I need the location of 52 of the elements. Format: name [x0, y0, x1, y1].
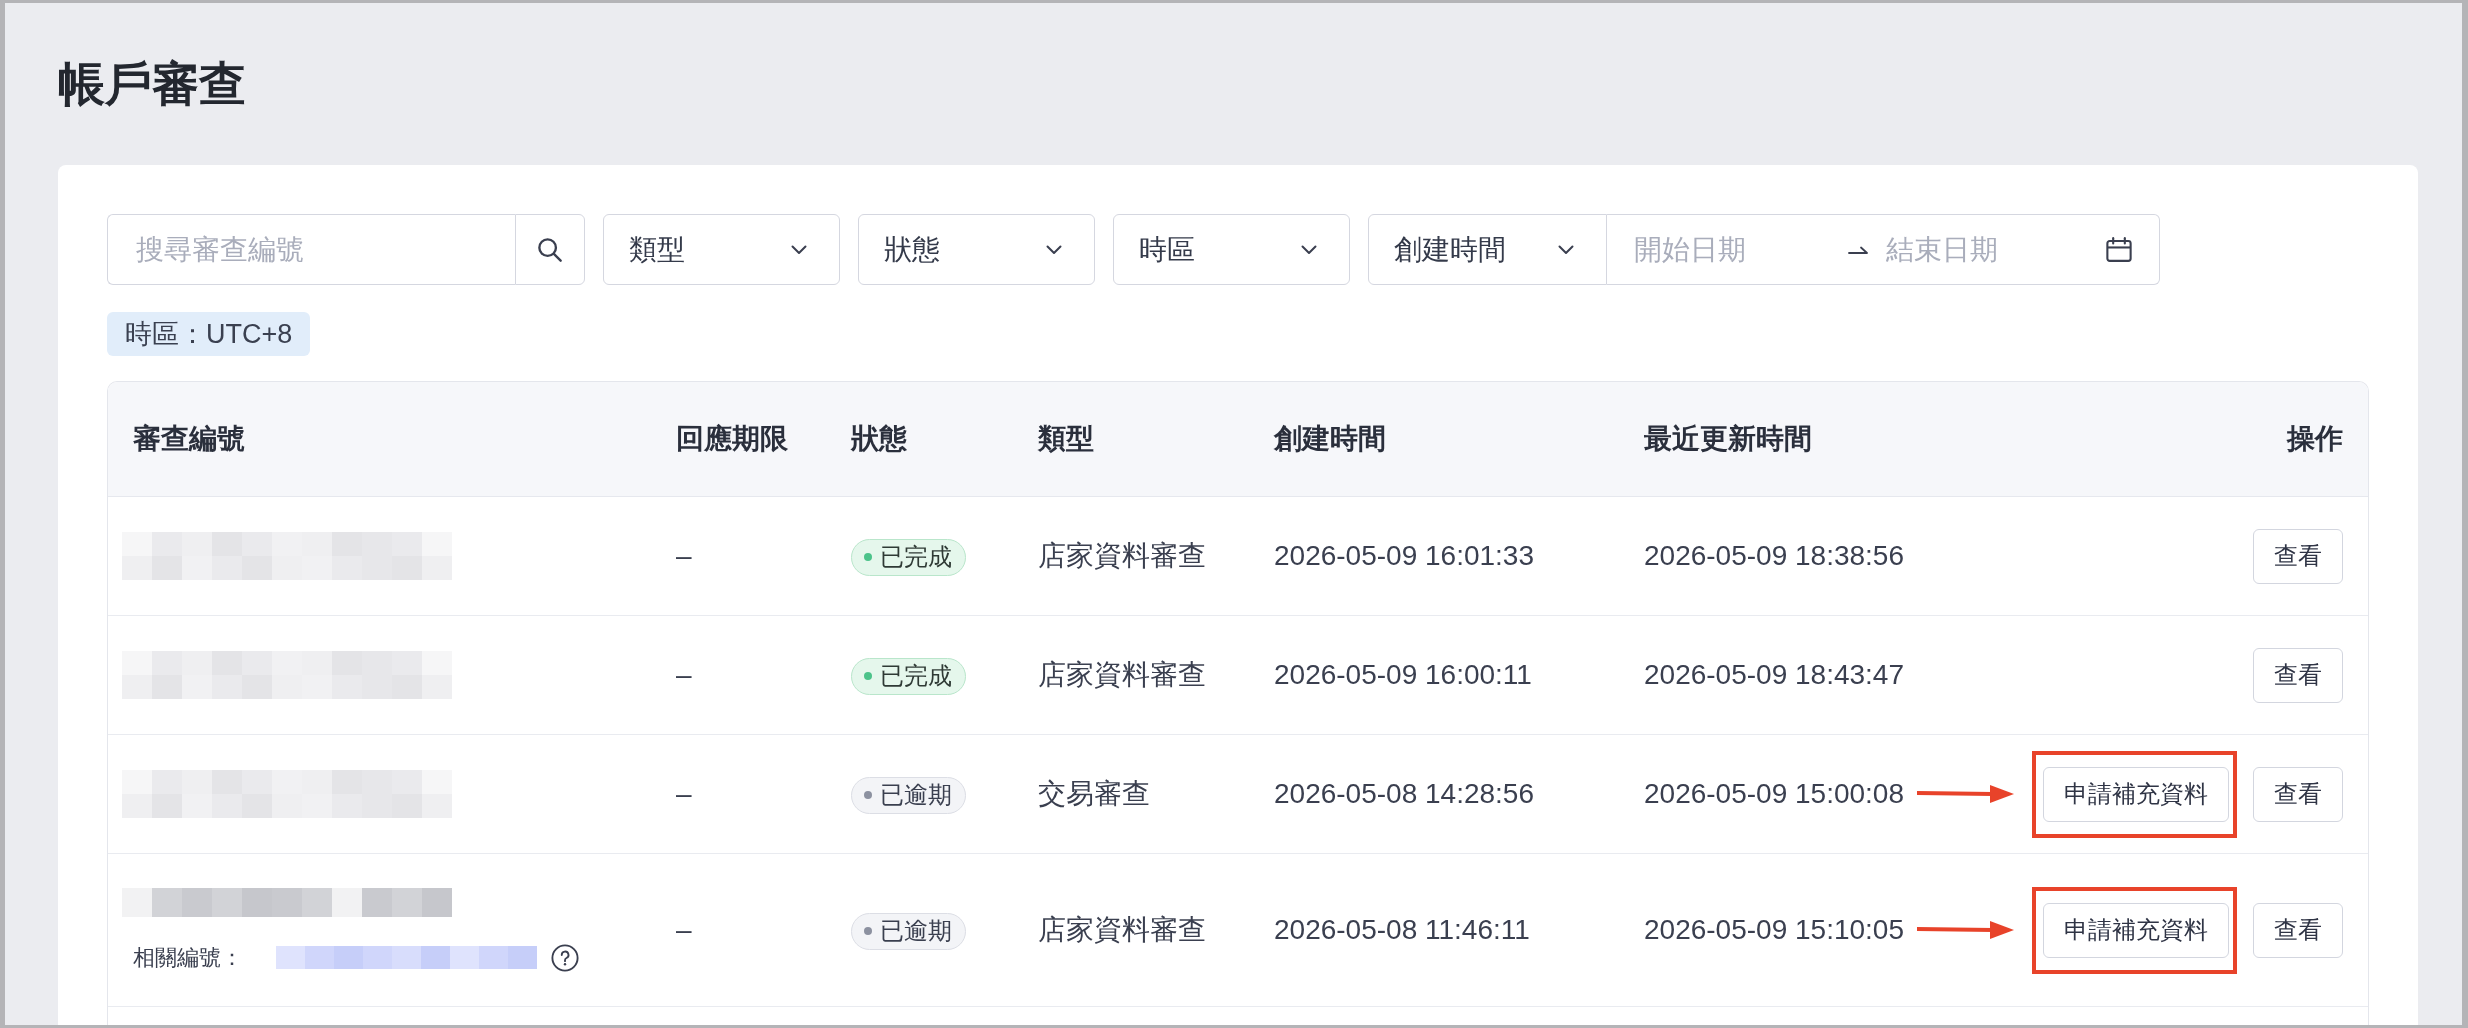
- column-header: 創建時間: [1249, 382, 1619, 497]
- timezone-tag: 時區：UTC+8: [107, 312, 311, 356]
- dropdown[interactable]: 狀態: [858, 214, 1095, 285]
- status-label: 已逾期: [880, 780, 952, 811]
- table-cell: 2026-05-08 11:46:11: [1249, 853, 1619, 1007]
- table-cell: 交易審查: [1013, 734, 1249, 854]
- status-label: 已完成: [880, 542, 952, 573]
- status-label: 已完成: [880, 661, 952, 692]
- chevron-down-icon: [1046, 244, 1062, 255]
- search-icon: [537, 236, 563, 263]
- column-header: 回應期限: [651, 382, 826, 497]
- column-header: 最近更新時間: [1619, 382, 1929, 497]
- column-header: 狀態: [826, 382, 1013, 497]
- action-button[interactable]: 查看: [2253, 766, 2343, 822]
- calendar-icon: [2106, 237, 2132, 262]
- dropdown[interactable]: 類型: [603, 214, 840, 285]
- table-cell: –: [651, 853, 826, 1007]
- date-field-dropdown[interactable]: 創建時間: [1368, 214, 1607, 285]
- table-cell: 2026-05-09 15:10:05: [1619, 853, 1929, 1007]
- table-cell: 2026-05-09 18:38:56: [1619, 496, 1929, 616]
- related-id-label: 相關編號：: [133, 943, 243, 972]
- search-button[interactable]: [515, 214, 585, 285]
- table-cell: 店家資料審查: [1013, 615, 1249, 735]
- action-button[interactable]: 查看: [2253, 647, 2343, 703]
- chevron-down-icon: [1301, 244, 1317, 255]
- table-cell: 2026-05-09 16:00:11: [1249, 615, 1619, 735]
- column-header: 審查編號: [108, 382, 651, 497]
- table-cell: –: [651, 615, 826, 735]
- table-cell: –: [651, 496, 826, 616]
- date-range-picker[interactable]: 開始日期 結束日期: [1607, 214, 2160, 285]
- table-cell: 2026-05-08 14:28:56: [1249, 734, 1619, 854]
- dropdown[interactable]: 時區: [1113, 214, 1350, 285]
- action-button[interactable]: 申請補充資料: [2043, 902, 2229, 958]
- search-field[interactable]: 搜尋審查編號: [107, 214, 515, 285]
- page-title: 帳戶審查: [58, 56, 246, 112]
- chevron-down-icon: [1558, 244, 1574, 255]
- end-date-field[interactable]: 結束日期: [1886, 229, 2106, 270]
- table-cell: 2026-05-09 15:00:08: [1619, 734, 1929, 854]
- table-cell: 2026-05-09 16:01:33: [1249, 496, 1619, 616]
- action-button[interactable]: 查看: [2253, 902, 2343, 958]
- help-icon[interactable]: [551, 943, 579, 972]
- status-label: 已逾期: [880, 916, 952, 947]
- action-button[interactable]: 申請補充資料: [2043, 766, 2229, 822]
- table-cell: –: [651, 734, 826, 854]
- column-header: 類型: [1013, 382, 1249, 497]
- table-cell: 店家資料審查: [1013, 853, 1249, 1007]
- start-date-field[interactable]: 開始日期: [1634, 229, 1834, 270]
- column-header: 操作: [1929, 382, 2368, 497]
- action-button[interactable]: 查看: [2253, 528, 2343, 584]
- table-cell: 店家資料審查: [1013, 496, 1249, 616]
- chevron-down-icon: [791, 244, 807, 255]
- table-cell: 2026-05-09 18:43:47: [1619, 615, 1929, 735]
